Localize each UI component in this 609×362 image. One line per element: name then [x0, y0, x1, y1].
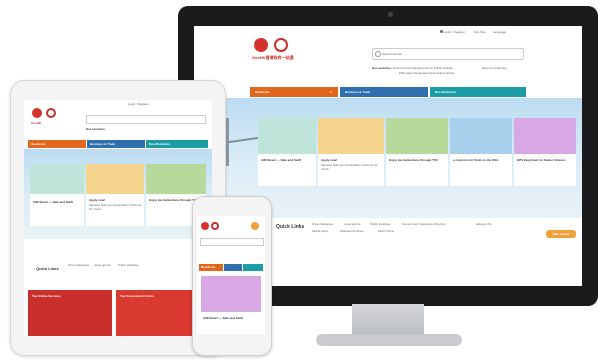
quick-link[interactable]: Webcast Archives [340, 229, 364, 233]
card-body: Member Self-recommendation Scheme for Yo… [89, 203, 142, 211]
quick-link[interactable]: Public Holidays [118, 263, 139, 267]
monitor-stand-neck [352, 304, 424, 338]
panel-title: Top Government Forms [120, 294, 154, 298]
user-icon [440, 30, 443, 33]
monitor-stand-foot [316, 334, 462, 346]
card-thumbnail [146, 164, 206, 194]
tab-non-residents[interactable]: Non-Residents [430, 87, 526, 97]
feature-card[interactable]: Apply now! Member Self-recommendation Sc… [318, 118, 384, 186]
tab-residents[interactable]: Residents [199, 264, 223, 271]
card-thumbnail [386, 118, 448, 154]
hot-searches-label: Hot searches: [372, 66, 392, 70]
quick-link[interactable]: Public Holidays [370, 222, 391, 226]
card-thumbnail [318, 118, 384, 154]
tab-label: Business & Trade [345, 90, 371, 94]
hk-emblem-icon [32, 108, 42, 118]
tab-non-residents[interactable] [243, 264, 263, 271]
card-thumbnail [30, 164, 84, 194]
quick-link[interactable]: data.gov.hk [476, 222, 491, 226]
login-link[interactable]: Login / Register [444, 30, 465, 34]
card-thumbnail [514, 118, 576, 154]
panel-title: Top Online Services [32, 294, 61, 298]
feature-card[interactable]: EPS EasyCash for Senior Citizens [514, 118, 576, 186]
card-thumbnail [201, 276, 261, 312]
card-title: EPS EasyCash for Senior Citizens [517, 158, 566, 162]
bauhinia-icon [46, 108, 56, 118]
chevron-down-icon: ▾ [330, 90, 332, 94]
tab-label: Non-Residents [435, 90, 457, 94]
search-box[interactable]: Search GovHK [372, 48, 524, 60]
search-box[interactable] [200, 238, 264, 246]
feature-card[interactable]: iAM Smart － Safe and Swift [258, 118, 316, 186]
hot-search-link[interactable]: Fifth-wave Designated Quarantine Hotels [399, 71, 454, 75]
tab-label: Residents [201, 265, 216, 269]
tab-residents[interactable]: Residents [28, 140, 86, 148]
hk-emblem-icon [254, 38, 268, 52]
bauhinia-icon [274, 38, 288, 52]
tab-non-residents[interactable]: Non-Residents [146, 140, 208, 148]
tab-label: Residents [31, 142, 46, 146]
login-link[interactable]: Login / Register [128, 102, 149, 106]
card-title[interactable]: iAM Smart － Safe and Swift [203, 316, 261, 320]
card-title: Apply now! [321, 158, 338, 162]
language-link[interactable]: Language [493, 30, 506, 34]
quick-link[interactable]: Government Telephone Directory [402, 222, 446, 226]
quick-links-heading: Quick Links [36, 266, 59, 271]
phone-screen: Residents iAM Smart － Safe and Swift [197, 216, 265, 334]
quick-link[interactable]: Press Releases [312, 222, 333, 226]
tab-business[interactable] [224, 264, 242, 271]
tablet-screen: GovHK Login / Register Hot searches: Res… [24, 100, 212, 336]
bridge-tower [226, 118, 229, 166]
card-title: iAM Smart － Safe and Swift [33, 200, 74, 204]
card-thumbnail [258, 118, 316, 154]
tab-business[interactable]: Business & Trade [340, 87, 428, 97]
search-box[interactable] [86, 115, 206, 124]
card-body: Member Self-recommendation Scheme for Yo… [321, 163, 378, 171]
card-thumbnail [450, 118, 512, 154]
bauhinia-icon [211, 222, 219, 230]
feature-card[interactable]: Enjoy tax deductions through TVC [386, 118, 448, 186]
tab-label: Non-Residents [149, 142, 171, 146]
quick-link[interactable]: news.gov.hk [344, 222, 360, 226]
quick-link[interactable]: Mobile Apps [312, 229, 328, 233]
card-title: e-Customs for Visits to the USA [453, 158, 499, 162]
card-thumbnail [86, 164, 144, 194]
menu-icon[interactable] [251, 222, 259, 230]
tab-label: Residents [255, 90, 270, 94]
card-title: Enjoy tax deductions through TVC [389, 158, 439, 162]
tab-residents[interactable]: Residents ▾ [250, 87, 338, 97]
govhk-logo[interactable]: GovHK香港政府一站通 [252, 55, 294, 60]
card-title: Apply now! [89, 198, 106, 202]
text-size-link[interactable]: Text Size [474, 30, 486, 34]
hot-search-link[interactable]: Government Arrangements for Public Holid… [393, 66, 453, 70]
feature-card[interactable]: Apply now! Member Self-recommendation Sc… [86, 164, 144, 226]
feature-card[interactable]: e-Customs for Visits to the USA [450, 118, 512, 186]
tab-label: Business & Trade [90, 142, 116, 146]
search-input[interactable]: Search GovHK [382, 52, 402, 56]
quick-link[interactable]: 1823 Online [378, 229, 394, 233]
more-hot-searches-link[interactable]: More hot searches [482, 66, 507, 70]
search-icon [375, 51, 381, 57]
feature-card[interactable]: iAM Smart － Safe and Swift [30, 164, 84, 226]
govhk-logo[interactable]: GovHK [31, 121, 41, 125]
tab-business[interactable]: Business & Trade [87, 140, 145, 148]
quick-links-heading: Quick Links [276, 224, 305, 230]
hk-emblem-icon [201, 222, 209, 230]
camera-icon [388, 12, 393, 17]
help-centre-button[interactable]: Help Centre [546, 230, 576, 238]
hot-searches-label: Hot searches: [86, 127, 106, 131]
quick-link[interactable]: Press Releases [68, 263, 89, 267]
quick-link[interactable]: news.gov.hk [94, 263, 110, 267]
top-online-services-panel: Top Online Services [28, 290, 112, 336]
top-utility-bar: Login / Register Text Size Language [440, 30, 580, 34]
hot-searches: Hot searches: Government Arrangements fo… [372, 66, 572, 70]
card-title: iAM Smart － Safe and Swift [261, 158, 302, 162]
